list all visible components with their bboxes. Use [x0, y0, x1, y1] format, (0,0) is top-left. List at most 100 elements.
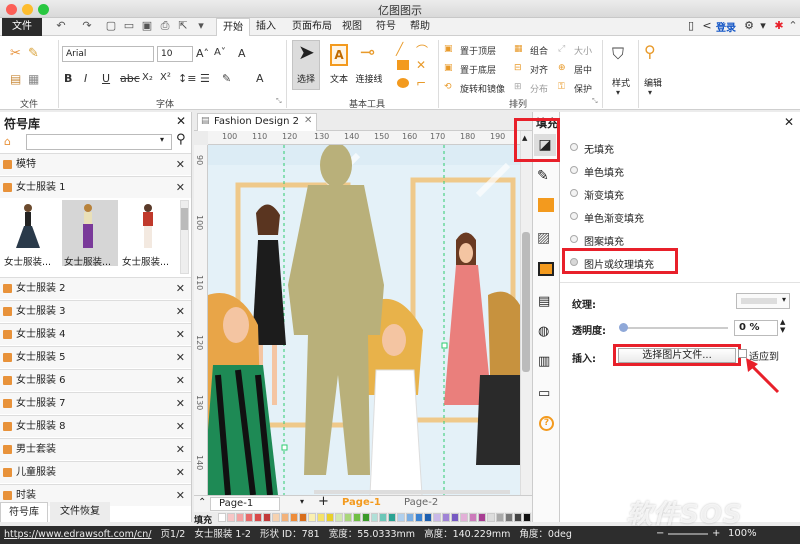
texture-dropdown[interactable]: ▾ [736, 293, 790, 309]
category-close-icon[interactable]: ✕ [176, 177, 185, 199]
edit-button[interactable]: 编辑 [638, 76, 668, 89]
category-women-6[interactable]: 女士服装 6 ✕ [0, 369, 191, 391]
color-swatch[interactable] [244, 513, 253, 522]
color-swatch[interactable] [433, 513, 442, 522]
settings-icon[interactable]: ⚙ [742, 19, 756, 33]
search-edit-icon[interactable]: ⚲ [644, 42, 656, 61]
page-tab[interactable]: Page-1 [210, 497, 280, 511]
color-swatch[interactable] [514, 513, 523, 522]
rectangle-tool-icon[interactable] [397, 60, 409, 70]
print-icon[interactable]: ⎙ [158, 19, 172, 33]
status-url[interactable]: https://www.edrawsoft.com/cn/ [4, 529, 152, 540]
category-close-icon[interactable]: ✕ [176, 416, 185, 438]
color-swatch[interactable] [379, 513, 388, 522]
document-edit-icon[interactable]: ▥ [538, 354, 550, 369]
tab-page-layout[interactable]: 页面布局 [288, 18, 336, 36]
subscript-icon[interactable]: X₂ [142, 72, 153, 83]
document-tab-close-icon[interactable]: ✕ [304, 115, 312, 126]
paste-icon[interactable]: ▦ [28, 72, 39, 86]
color-swatch[interactable] [487, 513, 496, 522]
globe-icon[interactable]: ◍ [538, 324, 549, 339]
color-swatch[interactable] [343, 513, 352, 522]
style-button[interactable]: 样式 [606, 76, 636, 89]
line-style-icon[interactable]: ✎ [537, 168, 549, 184]
tab-symbol-library[interactable]: 符号库 [0, 502, 48, 522]
category-close-icon[interactable]: ✕ [176, 393, 185, 415]
font-name-select[interactable]: Arial [62, 46, 154, 62]
color-swatch[interactable] [226, 513, 235, 522]
color-swatch[interactable] [442, 513, 451, 522]
category-close-icon[interactable]: ✕ [176, 347, 185, 369]
color-swatch[interactable] [289, 513, 298, 522]
color-swatch[interactable] [505, 513, 514, 522]
image-icon[interactable]: ▨ [537, 230, 550, 246]
distribute-icon[interactable]: ⊞ [514, 82, 522, 92]
fill-panel-close-icon[interactable]: ✕ [784, 115, 794, 129]
more-icon[interactable]: ▾ [194, 19, 208, 33]
color-swatch[interactable] [406, 513, 415, 522]
crop-tool-icon[interactable]: ✕ [416, 58, 426, 72]
page-tab-2[interactable]: Page-2 [404, 497, 438, 508]
category-close-icon[interactable]: ✕ [176, 370, 185, 392]
rotate-mirror-button[interactable]: 旋转和镜像 [460, 82, 505, 95]
radio[interactable] [570, 166, 578, 174]
highlight-icon[interactable]: ✎ [222, 72, 231, 85]
color-swatch[interactable] [280, 513, 289, 522]
opacity-slider[interactable] [622, 327, 728, 329]
align-icon[interactable]: ⊟ [514, 63, 522, 73]
color-swatch[interactable] [298, 513, 307, 522]
undo-icon[interactable]: ↶ [54, 19, 68, 33]
category-women-4[interactable]: 女士服装 4 ✕ [0, 323, 191, 345]
align-button[interactable]: 对齐 [530, 63, 548, 76]
page-dropdown-icon[interactable]: ▾ [300, 497, 304, 506]
color-swatch[interactable] [523, 513, 531, 522]
document-tab[interactable]: Fashion Design 2 [197, 113, 317, 131]
center-icon[interactable]: ⊕ [558, 63, 566, 73]
color-swatch[interactable] [316, 513, 325, 522]
canvas-horizontal-scrollbar[interactable] [314, 490, 510, 494]
thumbnail-image[interactable] [10, 202, 46, 252]
tab-file-recovery[interactable]: 文件恢复 [50, 502, 110, 522]
grow-font-icon[interactable]: A˄ [196, 47, 209, 60]
add-page-icon[interactable]: + [318, 494, 329, 509]
fill-option-gradient[interactable]: 渐变填充 [570, 187, 624, 202]
radio[interactable] [570, 143, 578, 151]
shadow-icon[interactable] [538, 198, 554, 212]
color-swatch[interactable] [235, 513, 244, 522]
font-size-select[interactable]: 10 [157, 46, 193, 62]
tab-view[interactable]: 视图 [340, 18, 364, 36]
settings-dropdown-icon[interactable]: ▾ [756, 19, 770, 33]
drawing-canvas[interactable] [208, 145, 520, 495]
export-icon[interactable]: ⇱ [176, 19, 190, 33]
category-close-icon[interactable]: ✕ [176, 439, 185, 461]
distribute-button[interactable]: 分布 [530, 82, 548, 95]
color-swatch[interactable] [451, 513, 460, 522]
color-swatch[interactable] [352, 513, 361, 522]
font-color-icon[interactable]: A [256, 72, 264, 85]
category-women-3[interactable]: 女士服装 3 ✕ [0, 300, 191, 322]
new-icon[interactable]: ▢ [104, 19, 118, 33]
font-color-alt-icon[interactable]: A [238, 47, 246, 60]
radio[interactable] [570, 189, 578, 197]
style-dropdown-icon[interactable]: ▾ [616, 88, 620, 97]
color-swatch[interactable] [325, 513, 334, 522]
fill-option-solid[interactable]: 单色填充 [570, 164, 624, 179]
group-icon[interactable]: ▦ [514, 44, 523, 54]
size-button[interactable]: 大小 [574, 44, 592, 57]
comment-icon[interactable]: ▭ [538, 386, 550, 401]
send-to-back-button[interactable]: 置于底层 [460, 63, 496, 76]
zoom-slider[interactable] [668, 533, 708, 535]
tab-help[interactable]: 帮助 [408, 18, 432, 36]
clipboard-icon[interactable]: ▤ [10, 72, 21, 86]
tab-home[interactable]: 开始 [216, 18, 250, 36]
category-women-8[interactable]: 女士服装 8 ✕ [0, 415, 191, 437]
login-link[interactable]: 登录 [716, 19, 736, 34]
color-swatch[interactable] [496, 513, 505, 522]
fill-option-pattern[interactable]: 图案填充 [570, 233, 624, 248]
superscript-icon[interactable]: X² [160, 72, 171, 83]
lock-icon[interactable]: ⚿ [558, 82, 565, 92]
library-close-icon[interactable]: ✕ [176, 114, 186, 128]
color-swatch[interactable] [469, 513, 478, 522]
collapse-ribbon-icon[interactable]: ⌃ [786, 19, 800, 33]
group-button[interactable]: 组合 [530, 44, 548, 57]
